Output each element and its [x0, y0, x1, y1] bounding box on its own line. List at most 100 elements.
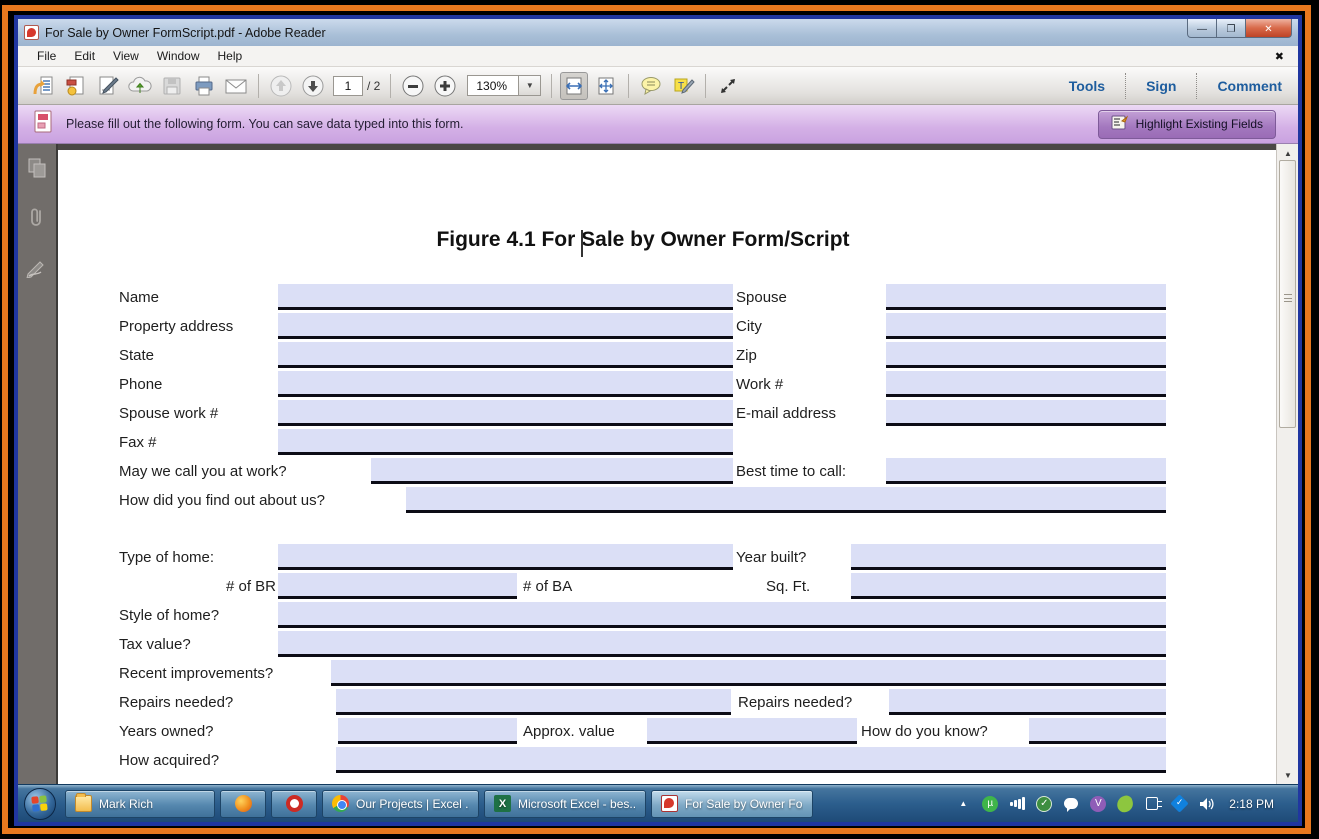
page-thumbnails-icon[interactable]	[25, 156, 49, 180]
cloud-upload-icon[interactable]	[127, 73, 153, 99]
desktop-screen: For Sale by Owner FormScript.pdf - Adobe…	[14, 15, 1302, 826]
how-found-field[interactable]	[406, 487, 1166, 513]
spouse-work-field[interactable]	[278, 400, 733, 426]
style-of-home-field[interactable]	[278, 602, 1166, 628]
bedrooms-field[interactable]	[278, 573, 517, 599]
scrollbar-thumb[interactable]	[1279, 160, 1296, 428]
sign-panel-button[interactable]: Sign	[1126, 78, 1196, 94]
toolbar-panels: Tools Sign Comment	[1049, 67, 1288, 104]
taskbar-item-excel[interactable]: X Microsoft Excel - bes...	[484, 790, 646, 818]
open-file-icon[interactable]	[31, 73, 57, 99]
taskbar-item-chrome[interactable]: Our Projects | Excel ...	[322, 790, 479, 818]
years-owned-label: Years owned?	[119, 718, 214, 744]
best-time-field[interactable]	[886, 458, 1166, 484]
state-field[interactable]	[278, 342, 733, 368]
minimize-button[interactable]: —	[1187, 19, 1217, 38]
menu-file[interactable]: File	[28, 49, 65, 63]
security-check-icon[interactable]: ✓	[1036, 796, 1052, 812]
adobe-reader-window: For Sale by Owner FormScript.pdf - Adobe…	[18, 19, 1298, 784]
page-number-input[interactable]: 1	[333, 76, 363, 96]
repairs-needed-field[interactable]	[336, 689, 731, 715]
viber-icon[interactable]: V	[1090, 796, 1106, 812]
menu-edit[interactable]: Edit	[65, 49, 104, 63]
next-page-icon[interactable]	[300, 73, 326, 99]
dropbox-icon[interactable]	[1171, 796, 1187, 812]
utorrent-icon[interactable]: µ	[982, 796, 998, 812]
start-button[interactable]	[24, 788, 56, 820]
spouse-field[interactable]	[886, 284, 1166, 310]
highlight-text-icon[interactable]: T	[670, 73, 696, 99]
toolbar-separator	[705, 74, 706, 98]
tray-expand-icon[interactable]: ▲	[955, 796, 971, 812]
highlight-existing-fields-button[interactable]: Highlight Existing Fields	[1098, 110, 1276, 139]
messenger-bubble-icon[interactable]	[1063, 796, 1079, 812]
previous-page-icon[interactable]	[268, 73, 294, 99]
zoom-out-icon[interactable]	[400, 73, 426, 99]
fit-width-button[interactable]	[560, 72, 588, 100]
how-acquired-field[interactable]	[336, 747, 1166, 773]
zip-field[interactable]	[886, 342, 1166, 368]
save-icon[interactable]	[159, 73, 185, 99]
network-signal-icon[interactable]	[1009, 796, 1025, 812]
zoom-level-value[interactable]: 130%	[467, 75, 519, 96]
green-app-icon[interactable]	[1115, 794, 1135, 814]
name-field[interactable]	[278, 284, 733, 310]
volume-icon[interactable]	[1198, 796, 1214, 812]
tools-panel-button[interactable]: Tools	[1049, 78, 1125, 94]
menu-view[interactable]: View	[104, 49, 148, 63]
plugin-plug-icon[interactable]	[1144, 796, 1160, 812]
how-found-label: How did you find out about us?	[119, 487, 325, 513]
fullscreen-icon[interactable]	[714, 72, 742, 100]
text-caret	[581, 230, 583, 257]
recent-improvements-field[interactable]	[331, 660, 1166, 686]
taskbar-item-opera[interactable]	[271, 790, 317, 818]
email-label: E-mail address	[736, 400, 836, 426]
email-field[interactable]	[886, 400, 1166, 426]
call-at-work-field[interactable]	[371, 458, 733, 484]
type-of-home-label: Type of home:	[119, 544, 214, 570]
type-of-home-field[interactable]	[278, 544, 733, 570]
toolbar-separator	[551, 74, 552, 98]
close-document-icon[interactable]: ✖	[1275, 50, 1288, 63]
zoom-dropdown-icon[interactable]: ▼	[519, 75, 541, 96]
bedrooms-label: # of BR	[178, 573, 276, 599]
work-number-field[interactable]	[886, 371, 1166, 397]
phone-field[interactable]	[278, 371, 733, 397]
repairs-needed-2-field[interactable]	[889, 689, 1166, 715]
sqft-field[interactable]	[851, 573, 1166, 599]
taskbar-item-adobe-reader[interactable]: For Sale by Owner Fo...	[651, 790, 813, 818]
document-area: Figure 4.1 For Sale by Owner Form/Script…	[18, 144, 1298, 784]
year-built-field[interactable]	[851, 544, 1166, 570]
menu-help[interactable]: Help	[209, 49, 252, 63]
attachments-paperclip-icon[interactable]	[25, 206, 49, 230]
create-pdf-icon[interactable]	[63, 73, 89, 99]
window-controls: — ❐ ✕	[1187, 19, 1292, 38]
close-button[interactable]: ✕	[1246, 19, 1292, 38]
vertical-scrollbar[interactable]: ▲ ▼	[1276, 144, 1298, 784]
how-know-field[interactable]	[1029, 718, 1166, 744]
approx-value-field[interactable]	[647, 718, 857, 744]
comment-panel-button[interactable]: Comment	[1197, 78, 1288, 94]
fax-field[interactable]	[278, 429, 733, 455]
email-icon[interactable]	[223, 73, 249, 99]
taskbar-item-firefox[interactable]	[220, 790, 266, 818]
years-owned-field[interactable]	[338, 718, 517, 744]
fit-page-button[interactable]	[592, 72, 620, 100]
taskbar-clock[interactable]: 2:18 PM	[1225, 797, 1284, 811]
form-title: Figure 4.1 For Sale by Owner Form/Script	[58, 228, 1228, 252]
scroll-down-icon[interactable]: ▼	[1277, 766, 1299, 784]
restore-button[interactable]: ❐	[1217, 19, 1246, 38]
taskbar-item-label: Mark Rich	[99, 797, 153, 811]
signature-pen-icon[interactable]	[25, 256, 49, 280]
comment-bubble-icon[interactable]	[638, 73, 664, 99]
taskbar-item-mark-rich[interactable]: Mark Rich	[65, 790, 215, 818]
print-icon[interactable]	[191, 73, 217, 99]
how-know-label: How do you know?	[861, 718, 988, 744]
property-address-field[interactable]	[278, 313, 733, 339]
menu-window[interactable]: Window	[148, 49, 209, 63]
form-document-icon	[32, 109, 54, 140]
city-field[interactable]	[886, 313, 1166, 339]
sign-document-icon[interactable]	[95, 73, 121, 99]
tax-value-field[interactable]	[278, 631, 1166, 657]
zoom-in-icon[interactable]	[432, 73, 458, 99]
